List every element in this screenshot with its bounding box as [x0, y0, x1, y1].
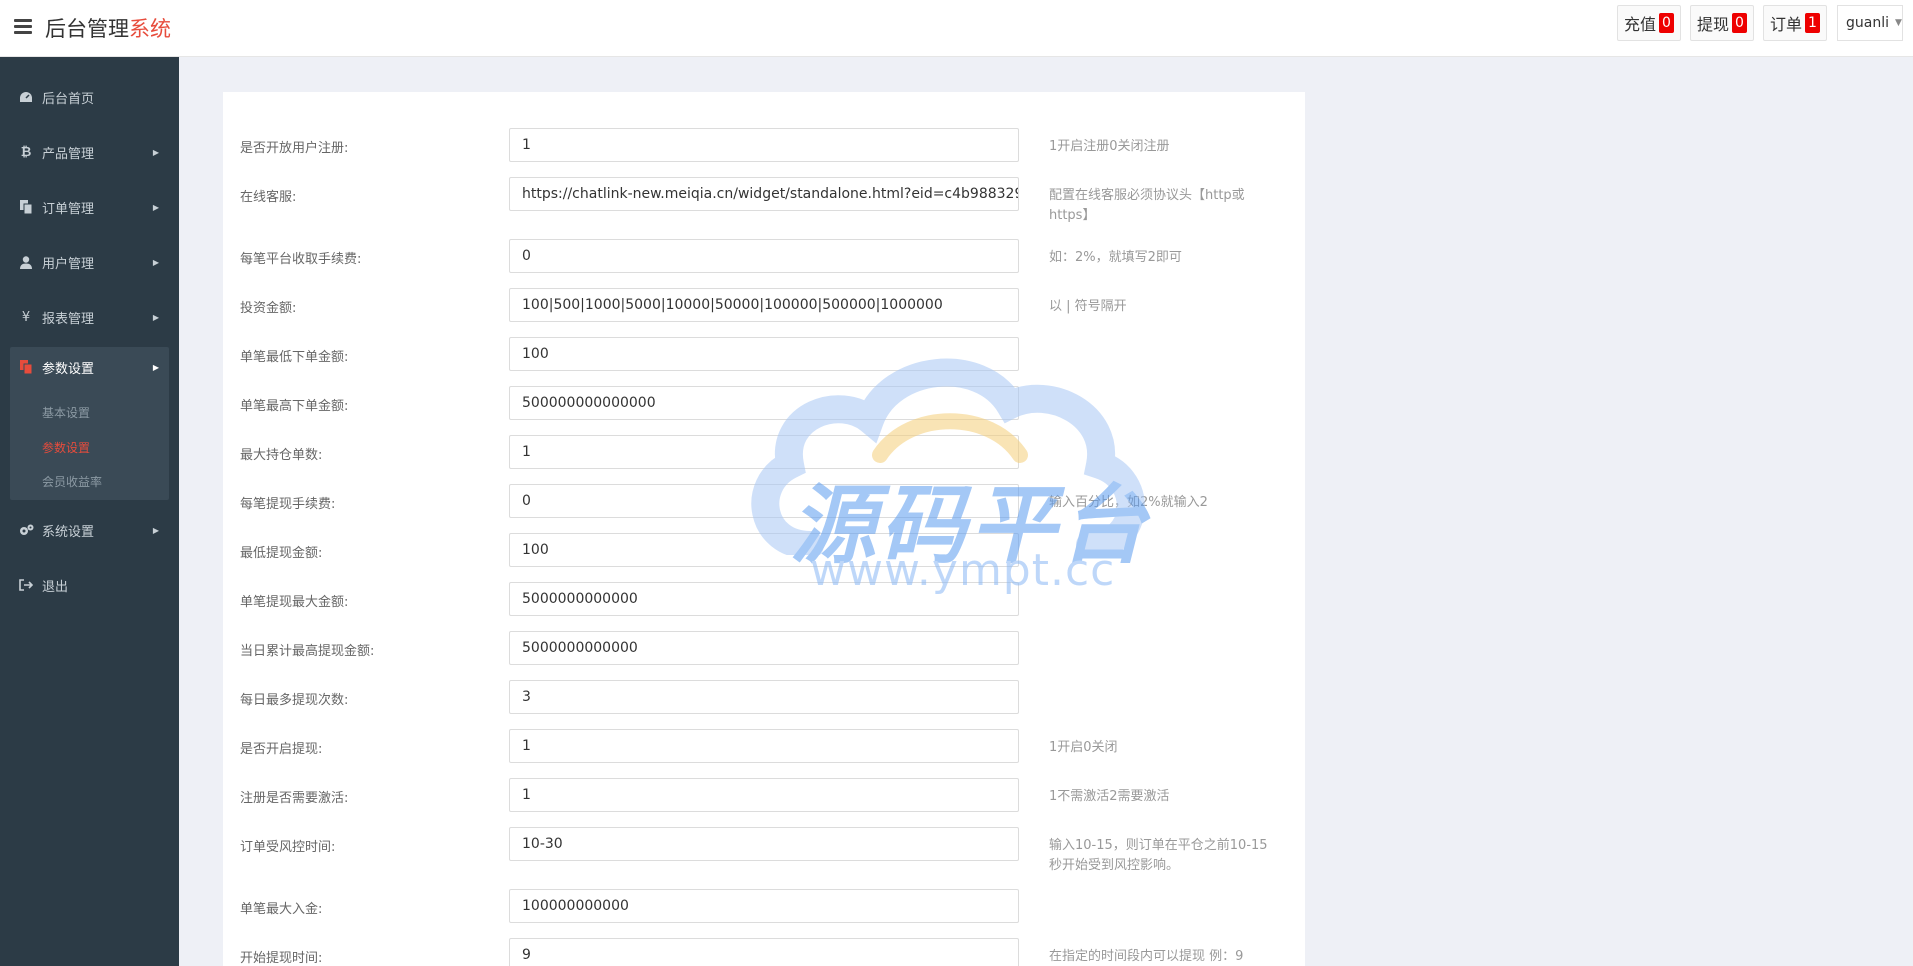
field-label: 投资金额: [240, 301, 297, 316]
field-label: 每日最多提现次数: [240, 693, 349, 708]
yen-icon: ¥ [21, 309, 31, 325]
max-positions-input[interactable]: 1 [509, 435, 1019, 469]
field-hint: 配置在线客服必须协议头【http或https】 [1049, 188, 1245, 223]
min-withdraw-input[interactable]: 100 [509, 533, 1019, 567]
field-label: 是否开启提现: [240, 742, 323, 757]
field-hint: 1不需激活2需要激活 [1049, 789, 1170, 804]
bitcoin-icon: ₿ [20, 145, 32, 160]
withdraw-enabled-input[interactable]: 1 [509, 729, 1019, 763]
order-label: 订单 [1770, 15, 1803, 34]
sidebar-item-label: 订单管理 [42, 201, 95, 217]
sidebar-item-reports[interactable]: ¥ 报表管理 ▶ [0, 297, 179, 337]
sidebar-group-params: 参数设置 ▶ 基本设置 参数设置 会员收益率 [10, 347, 169, 500]
sidebar-subitem-member-rate[interactable]: 会员收益率 [42, 473, 102, 490]
logo-accent-text: 系统 [129, 17, 171, 41]
app-logo: 后台管理系统 [45, 13, 171, 43]
registration-open-input[interactable]: 1 [509, 128, 1019, 162]
platform-fee-input[interactable]: 0 [509, 239, 1019, 273]
sidebar-item-orders[interactable]: 订单管理 ▶ [0, 187, 179, 227]
withdraw-button[interactable]: 提现 0 [1690, 5, 1754, 41]
chevron-right-icon: ▶ [152, 362, 159, 372]
dashboard-icon [18, 91, 34, 103]
risk-control-time-input[interactable]: 10-30 [509, 827, 1019, 861]
sidebar-item-label: 产品管理 [42, 146, 95, 162]
username-label: guanli [1846, 15, 1889, 31]
max-withdraw-single-input[interactable]: 5000000000000 [509, 582, 1019, 616]
recharge-button[interactable]: 充值 0 [1617, 5, 1681, 41]
sidebar-item-products[interactable]: ₿ 产品管理 ▶ [0, 132, 179, 172]
field-hint: 1开启0关闭 [1049, 740, 1118, 755]
sidebar-item-label: 退出 [42, 579, 69, 595]
sidebar-item-label: 参数设置 [42, 361, 95, 377]
recharge-count-badge: 0 [1659, 13, 1674, 33]
field-label: 最低提现金额: [240, 546, 323, 561]
chevron-right-icon: ▶ [152, 312, 159, 322]
chevron-right-icon: ▶ [152, 202, 159, 212]
online-service-url-input[interactable]: https://chatlink-new.meiqia.cn/widget/st… [509, 177, 1019, 211]
withdraw-start-time-input[interactable]: 9 [509, 938, 1019, 966]
sidebar-subitem-basic[interactable]: 基本设置 [42, 404, 90, 421]
user-menu-button[interactable]: guanli ▼ [1837, 5, 1903, 41]
order-count-badge: 1 [1805, 13, 1820, 33]
sidebar-item-users[interactable]: 用户管理 ▶ [0, 242, 179, 282]
field-label: 是否开放用户注册: [240, 141, 349, 156]
field-hint: 在指定的时间段内可以提现 例：9 [1049, 949, 1244, 964]
sidebar-item-label: 用户管理 [42, 256, 95, 272]
field-label: 单笔提现最大金额: [240, 595, 349, 610]
top-header: 后台管理系统 充值 0 提现 0 订单 1 guanli ▼ [0, 0, 1913, 57]
chevron-right-icon: ▶ [152, 525, 159, 535]
field-label: 订单受风控时间: [240, 840, 336, 855]
field-hint: 输入10-15，则订单在平仓之前10-15秒开始受到风控影响。 [1049, 838, 1268, 873]
registration-activation-input[interactable]: 1 [509, 778, 1019, 812]
field-hint: 输入百分比，如2%就输入2 [1049, 495, 1208, 510]
withdraw-fee-input[interactable]: 0 [509, 484, 1019, 518]
sidebar-item-system[interactable]: 系统设置 ▶ [0, 510, 179, 550]
recharge-label: 充值 [1624, 15, 1657, 34]
field-label: 在线客服: [240, 190, 297, 205]
field-label: 注册是否需要激活: [240, 791, 349, 806]
investment-amounts-input[interactable]: 100|500|1000|5000|10000|50000|100000|500… [509, 288, 1019, 322]
user-icon [18, 255, 34, 269]
chevron-down-icon: ▼ [1895, 18, 1902, 28]
field-label: 单笔最高下单金额: [240, 399, 349, 414]
max-withdraw-count-input[interactable]: 3 [509, 680, 1019, 714]
field-label: 当日累计最高提现金额: [240, 644, 375, 659]
max-withdraw-daily-input[interactable]: 5000000000000 [509, 631, 1019, 665]
field-label: 每笔提现手续费: [240, 497, 336, 512]
field-hint: 如：2%，就填写2即可 [1049, 250, 1182, 265]
sidebar-item-label: 系统设置 [42, 524, 95, 540]
settings-form-panel: 是否开放用户注册: 1 1开启注册0关闭注册 在线客服: https://cha… [223, 92, 1305, 966]
field-hint: 以 | 符号隔开 [1049, 299, 1127, 314]
field-label: 单笔最低下单金额: [240, 350, 349, 365]
field-hint: 1开启注册0关闭注册 [1049, 139, 1170, 154]
min-order-amount-input[interactable]: 100 [509, 337, 1019, 371]
sidebar-item-logout[interactable]: 退出 [0, 565, 179, 605]
order-button[interactable]: 订单 1 [1763, 5, 1827, 41]
withdraw-count-badge: 0 [1732, 13, 1747, 33]
field-label: 最大持仓单数: [240, 448, 323, 463]
sidebar-item-home[interactable]: 后台首页 [0, 77, 179, 117]
sidebar-item-label: 后台首页 [42, 91, 95, 107]
sign-out-icon [18, 579, 34, 591]
field-label: 开始提现时间: [240, 951, 323, 966]
gears-icon [18, 524, 34, 537]
field-label: 单笔最大入金: [240, 902, 323, 917]
chevron-right-icon: ▶ [152, 147, 159, 157]
copy-icon [18, 360, 34, 374]
sidebar-item-label: 报表管理 [42, 311, 95, 327]
sidebar-item-params[interactable]: 参数设置 ▶ [0, 347, 179, 387]
sidebar: 后台首页 ₿ 产品管理 ▶ 订单管理 ▶ 用户管理 ▶ ¥ 报表管理 ▶ 参数设… [0, 57, 179, 966]
chevron-right-icon: ▶ [152, 257, 159, 267]
copy-icon [18, 200, 34, 214]
withdraw-label: 提现 [1697, 15, 1730, 34]
sidebar-subitem-params[interactable]: 参数设置 [42, 439, 90, 456]
field-label: 每笔平台收取手续费: [240, 252, 362, 267]
logo-main-text: 后台管理 [45, 17, 129, 41]
max-order-amount-input[interactable]: 500000000000000 [509, 386, 1019, 420]
menu-toggle-icon[interactable] [14, 19, 32, 35]
max-deposit-input[interactable]: 100000000000 [509, 889, 1019, 923]
